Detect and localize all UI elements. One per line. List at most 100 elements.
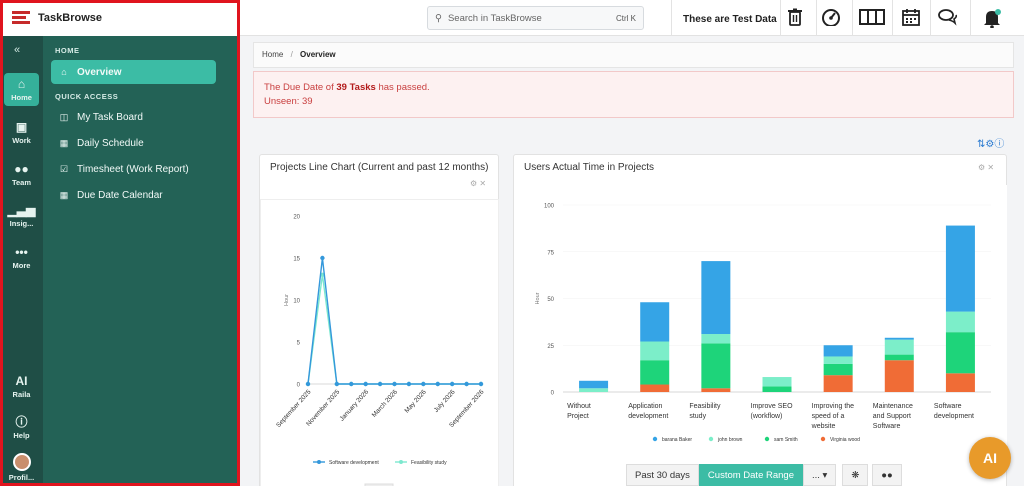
bar-segment [701,261,731,335]
card-title: Users Actual Time in Projects [524,162,655,173]
card-controls[interactable]: ⚙ ✕ [978,163,994,172]
bar-segment [640,384,670,392]
bar-segment [823,345,853,357]
card-controls[interactable]: ⚙ ✕ [470,179,486,188]
rail-item-more[interactable]: ••• More [4,245,39,270]
legend-swatch [708,436,714,442]
bar-segment [640,341,670,361]
more-icon: ••• [15,245,28,259]
bar-segment [945,311,975,333]
breadcrumb-current: Overview [300,50,336,59]
x-tick-label: Without Project [567,403,591,420]
series-line [307,274,481,385]
breadcrumb-home[interactable]: Home [262,50,283,59]
x-tick-label: Improving the speed of a website [811,403,855,430]
bar-segment [945,373,975,392]
calendar-icon[interactable] [900,8,922,28]
unseen-count: Unseen: 39 [264,96,313,107]
bar-segment [884,354,914,361]
chat-icon[interactable] [937,8,959,28]
divider [852,0,853,36]
data-point [349,381,354,387]
rail-item-profile[interactable]: Profil... [4,453,39,482]
y-tick-label: 25 [547,344,554,350]
nav-item-daily-schedule[interactable]: ▦ Daily Schedule [51,131,216,155]
bar-chart-icon: ▁▃▅ [7,203,36,217]
overdue-count[interactable]: 39 Tasks [336,82,375,93]
rail-item-work[interactable]: ▣ Work [4,120,39,145]
x-tick-label: Feasibility study [689,403,721,420]
bar-segment [762,386,792,392]
x-tick-label: Maintenance and Support Software [873,403,913,430]
ai-assistant-button[interactable]: AI [969,437,1011,479]
y-tick-label: 0 [297,383,301,389]
divider [671,0,672,36]
rail-item-team[interactable]: ●● Team [4,162,39,187]
x-tick-label: Improve SEO (workflow) [751,403,794,420]
bar-segment [640,360,670,385]
dashboard-tools: ⇅⚙ⓘ [977,135,1004,150]
bar-segment [701,343,731,389]
projects-line-chart-card: Projects Line Chart (Current and past 12… [259,154,499,486]
section-home: HOME [55,46,80,55]
board-icon: ◫ [59,111,69,122]
data-point [305,381,311,387]
nav-item-my-task-board[interactable]: ◫ My Task Board [51,105,216,129]
bar-segment [579,388,609,392]
logo-bar[interactable]: TaskBrowse [0,0,240,36]
legend-swatch [652,436,658,442]
bar-segment [701,388,731,392]
line-chart-area: 0 5 10 15 20 Hour September 2025 November 2025 J… [260,199,499,486]
y-tick-label: 75 [547,250,554,256]
x-tick-label: January 2026 [339,388,371,422]
bar-segment [884,360,914,392]
nav-item-timesheet[interactable]: ☑ Timesheet (Work Report) [51,157,216,181]
more-range-dropdown[interactable]: ... ▾ [803,464,837,486]
ai-icon: AI [15,374,28,388]
nav-item-overview[interactable]: ⌂ Overview [51,60,216,84]
bar-segment [762,377,792,387]
search-shortcut: Ctrl K [616,13,636,23]
y-tick-label: 100 [544,204,555,210]
y-tick-label: 0 [551,391,555,397]
rail-item-raila[interactable]: AI Raila [4,374,39,399]
data-point [363,381,368,387]
bell-icon[interactable] [981,8,1003,29]
date-range-selector: Past 30 days Custom Date Range ... ▾ ❋ ●… [626,464,902,486]
past-30-days-button[interactable]: Past 30 days [626,464,699,486]
y-tick-label: 5 [297,341,301,347]
bar-segment [579,380,609,389]
x-tick-label: Application development [628,403,668,420]
divider [816,0,817,36]
trash-icon[interactable] [784,8,806,28]
bar-segment [945,225,975,312]
y-tick-label: 20 [293,215,300,221]
rail-item-home[interactable]: ⌂ Home [4,73,39,106]
x-tick-label: May 2026 [404,388,429,414]
nav-item-due-date-calendar[interactable]: ▦ Due Date Calendar [51,183,216,207]
projects-filter-icon[interactable]: ❋ [842,464,869,486]
legend-swatch [820,436,826,442]
gear-icon[interactable]: ⚙ [985,139,994,150]
briefcase-icon: ▣ [15,120,28,134]
collapse-sidebar-button[interactable]: « [14,44,20,56]
data-point [334,381,340,387]
rail-item-help[interactable]: ⓘ Help [4,415,39,440]
help-icon[interactable]: ⓘ [994,139,1004,150]
bar-segment [884,337,914,340]
x-tick-label: March 2026 [371,388,399,418]
data-point [377,381,383,387]
columns-icon[interactable] [858,8,886,28]
legend-label: sam Smith [774,437,798,443]
data-point [392,381,397,387]
dashboard-icon[interactable] [820,8,842,28]
calendar-icon: ▦ [59,137,69,148]
home-icon: ⌂ [17,77,26,91]
y-axis-label: Hour [284,294,290,306]
custom-date-range-button[interactable]: Custom Date Range [698,464,803,486]
data-point [449,381,455,387]
users-filter-icon[interactable]: ●● [872,464,902,486]
test-data-label: These are Test Data [683,14,777,25]
search-input[interactable]: ⚲ Search in TaskBrowse Ctrl K [427,6,644,30]
rail-item-insights[interactable]: ▁▃▅ Insig... [4,203,39,228]
